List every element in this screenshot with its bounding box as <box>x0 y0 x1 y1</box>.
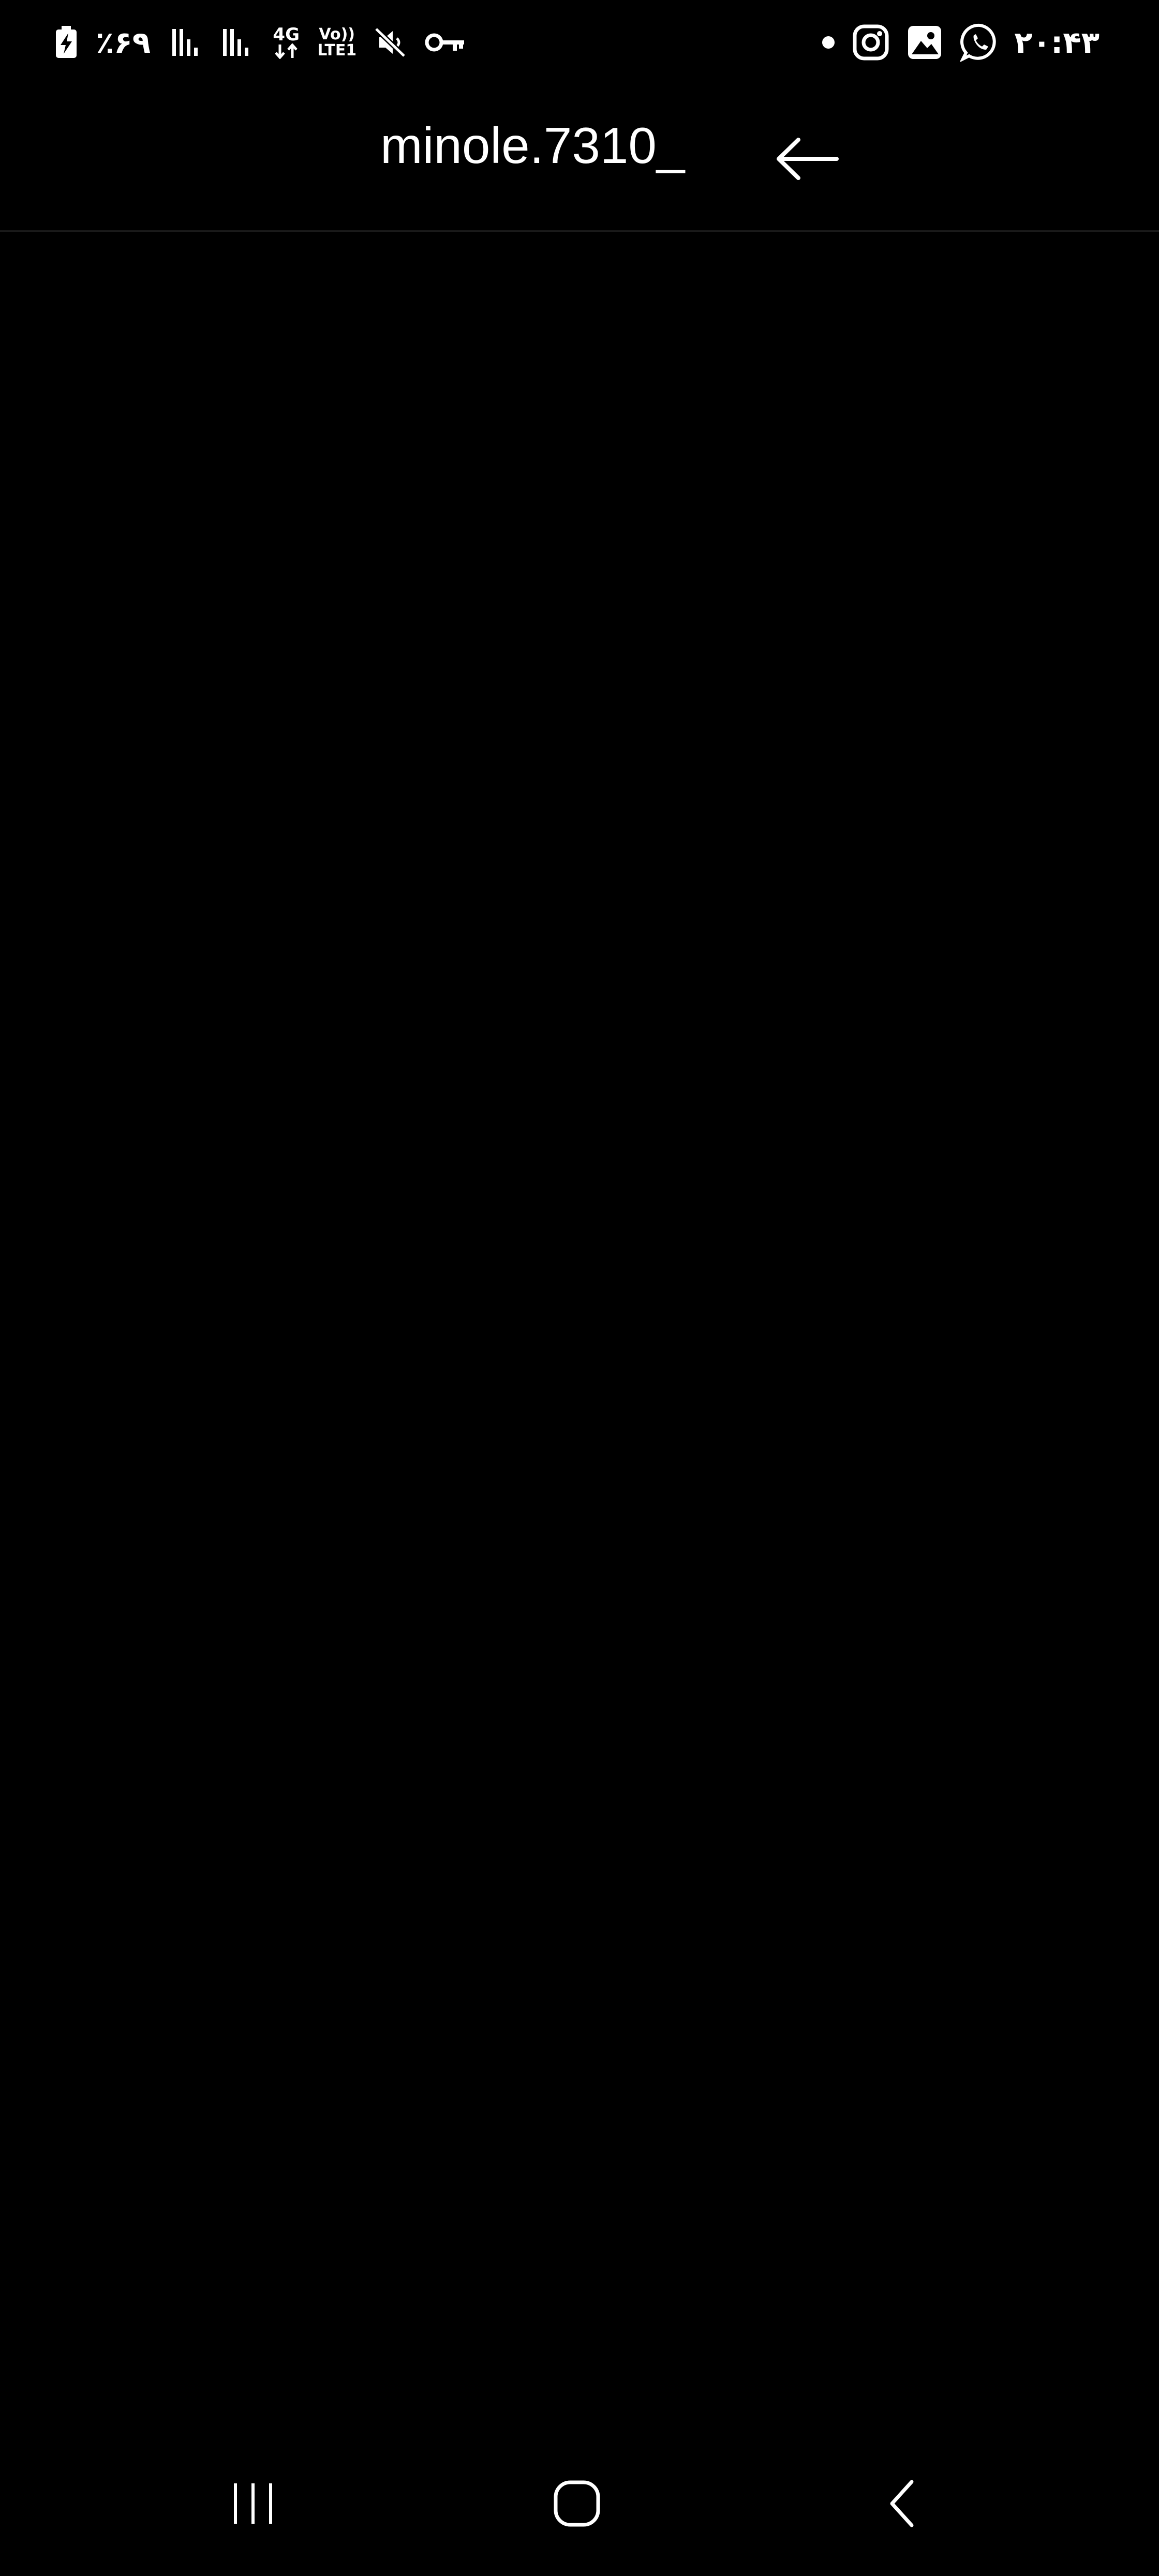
signal-bars-icon <box>171 27 204 58</box>
back-button[interactable] <box>766 117 849 200</box>
navigation-bar <box>0 2431 1159 2576</box>
gallery-icon <box>907 24 943 61</box>
status-bar: ٪۶۹ 4G Vo)) LTE1 ۲۰:۴۳ <box>0 0 1159 85</box>
home-button[interactable] <box>525 2457 629 2550</box>
main-content <box>0 232 1159 2431</box>
volte-label-top: Vo)) <box>319 25 355 43</box>
battery-percent: ٪۶۹ <box>96 25 151 60</box>
mute-icon <box>374 27 407 58</box>
notification-dot-icon <box>822 36 835 49</box>
page-title: minole.7310_ <box>380 117 685 174</box>
instagram-icon <box>853 24 889 61</box>
status-bar-left: ٪۶۹ 4G Vo)) LTE1 <box>54 21 484 64</box>
volte-icon: Vo)) LTE1 <box>317 26 356 59</box>
vpn-key-icon <box>425 31 466 54</box>
status-bar-right: ۲۰:۴۳ <box>804 21 1099 64</box>
signal-bars-icon <box>222 27 255 58</box>
recents-icon <box>234 2483 272 2524</box>
data-arrows-icon: 4G <box>273 26 300 59</box>
arrow-left-icon <box>777 138 839 180</box>
home-icon <box>554 2480 600 2527</box>
volte-label-bottom: LTE1 <box>317 41 357 60</box>
header: minole.7310_ <box>0 85 1159 232</box>
recents-button[interactable] <box>202 2457 305 2550</box>
back-chevron-icon <box>890 2480 914 2527</box>
clock: ۲۰:۴۳ <box>1014 25 1099 60</box>
whatsapp-icon <box>960 23 1000 62</box>
network-type: 4G <box>273 24 300 45</box>
nav-back-button[interactable] <box>851 2457 955 2550</box>
battery-charging-icon <box>54 26 78 59</box>
